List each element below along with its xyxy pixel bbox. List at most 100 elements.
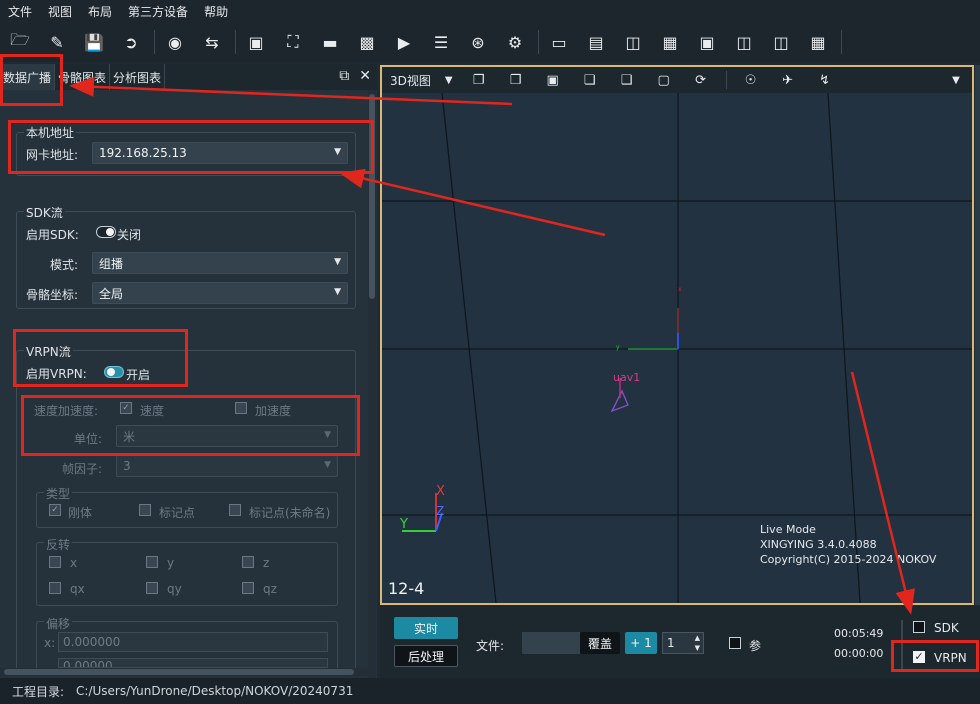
file-input[interactable] — [522, 632, 580, 654]
flip-z-checkbox[interactable] — [242, 556, 254, 568]
copyright-text: Copyright(C) 2015-2024 NOKOV — [760, 553, 937, 566]
menu-layout[interactable]: 布局 — [80, 3, 120, 20]
menu-help[interactable]: 帮助 — [196, 3, 236, 20]
sdk-output-checkbox[interactable] — [913, 621, 925, 633]
sdk-toggle[interactable] — [96, 226, 116, 238]
axis-x-label: X — [436, 484, 445, 499]
viewport-toolbar: 3D视图 ▼ ❐ ❒ ▣ ❏ ❑ ▢ ⟳ ☉ ✈ ↯ ▼ — [382, 67, 972, 93]
unit-select[interactable]: 米 ▼ — [116, 425, 338, 447]
close-icon[interactable]: ✕ — [359, 68, 371, 84]
gear-icon[interactable]: ⚙ — [501, 28, 529, 56]
axis-icon[interactable]: ↯ — [813, 69, 837, 91]
play-circle-icon[interactable]: ▶ — [390, 28, 418, 56]
flip-qz-checkbox[interactable] — [242, 582, 254, 594]
live-mode-text: Live Mode — [760, 523, 816, 536]
layout-split-icon[interactable]: ▦ — [656, 28, 684, 56]
cube-front-icon[interactable]: ❐ — [467, 69, 491, 91]
plus-one-button[interactable]: + 1 — [625, 632, 657, 654]
cube-perspective-icon[interactable]: ❏ — [578, 69, 602, 91]
folder-open-icon[interactable]: 🗁 — [6, 28, 34, 56]
count-spinner[interactable]: 1 ▲ ▼ — [662, 632, 704, 654]
flip-qx-checkbox[interactable] — [49, 582, 61, 594]
person-icon[interactable]: ☉ — [739, 69, 763, 91]
nic-select[interactable]: 192.168.25.13 ▼ — [92, 142, 348, 164]
overwrite-button[interactable]: 覆盖 — [580, 632, 620, 654]
param-label: 参 — [749, 639, 762, 653]
cube-side-icon[interactable]: ▣ — [541, 69, 565, 91]
panel-hscrollbar[interactable] — [0, 668, 368, 676]
type-marker-checkbox[interactable] — [139, 504, 151, 516]
vrpn-enable-label: 启用VRPN: — [26, 367, 87, 381]
cube-outline-icon[interactable]: ▢ — [652, 69, 676, 91]
frame-factor-label: 帧因子: — [62, 462, 103, 476]
refresh-icon[interactable]: ⟳ — [689, 69, 713, 91]
spinner-arrows-icon[interactable]: ▲ ▼ — [695, 633, 700, 653]
swap-icon[interactable]: ⇆ — [198, 28, 226, 56]
panel-scrollbar[interactable] — [368, 90, 376, 678]
acceleration-label: 加速度 — [255, 404, 292, 418]
count-value: 1 — [667, 636, 675, 650]
menu-file[interactable]: 文件 — [0, 3, 40, 20]
wifi-broadcast-icon[interactable]: ⊛ — [464, 28, 492, 56]
save-as-icon[interactable]: ➲ — [117, 28, 145, 56]
ruler-icon[interactable]: ✎ — [43, 28, 71, 56]
toolbar-separator — [841, 30, 842, 54]
video-icon[interactable]: ▩ — [353, 28, 381, 56]
object-label-uav1: uav1 — [613, 371, 641, 384]
ruler-scale-icon[interactable]: ▬ — [316, 28, 344, 56]
cube-wire-icon[interactable]: ❑ — [615, 69, 639, 91]
tab-data-broadcast[interactable]: 数据广播 — [0, 64, 56, 90]
sdk-coord-label: 骨骼坐标: — [26, 288, 79, 302]
frame-factor-select[interactable]: 3 ▼ — [116, 455, 338, 477]
layout-grid-icon[interactable]: ▦ — [804, 28, 832, 56]
viewport-3d[interactable]: 3D视图 ▼ ❐ ❒ ▣ ❏ ❑ ▢ ⟳ ☉ ✈ ↯ ▼ x y uav1 X … — [380, 65, 974, 605]
chevron-down-icon[interactable]: ▼ — [944, 69, 968, 91]
flip-x-checkbox[interactable] — [49, 556, 61, 568]
offset-y-input[interactable]: 0.00000 — [58, 658, 328, 668]
offset-x-input[interactable]: 0.000000 — [58, 632, 328, 652]
camera-off-icon[interactable]: ▣ — [242, 28, 270, 56]
flip-x-label: x — [70, 556, 78, 570]
nic-label: 网卡地址: — [26, 148, 79, 162]
realtime-button[interactable]: 实时 — [394, 617, 458, 639]
flip-qy-checkbox[interactable] — [146, 582, 158, 594]
acceleration-checkbox[interactable] — [235, 402, 247, 414]
post-process-button[interactable]: 后处理 — [394, 645, 458, 667]
sdk-mode-select[interactable]: 组播 ▼ — [92, 252, 348, 274]
layout-bottom-icon[interactable]: ▣ — [693, 28, 721, 56]
menu-third-party[interactable]: 第三方设备 — [120, 3, 196, 20]
tab-skeleton-chart[interactable]: 骨骼图表 — [55, 64, 111, 90]
flip-y-checkbox[interactable] — [146, 556, 158, 568]
drone-icon[interactable]: ✈ — [776, 69, 800, 91]
sdk-coord-select[interactable]: 全局 ▼ — [92, 282, 348, 304]
flip-group — [36, 542, 338, 606]
expand-icon[interactable]: ⛶ — [279, 28, 307, 56]
frame-factor-value: 3 — [123, 459, 131, 473]
monitor-icon[interactable]: ▭ — [545, 28, 573, 56]
sdk-coord-value: 全局 — [99, 286, 124, 301]
float-window-icon[interactable]: ⧉ — [339, 68, 349, 84]
eye-off-icon[interactable]: ◉ — [161, 28, 189, 56]
file-label: 文件: — [476, 639, 505, 653]
tab-analysis-chart[interactable]: 分析图表 — [110, 64, 166, 90]
chevron-down-icon: ▼ — [324, 430, 331, 440]
velocity-checkbox[interactable]: ✓ — [120, 402, 132, 414]
vrpn-toggle[interactable] — [104, 366, 124, 378]
layout-split-v-icon[interactable]: ◫ — [619, 28, 647, 56]
menu-view[interactable]: 视图 — [40, 3, 80, 20]
vrpn-output-checkbox[interactable]: ✓ — [913, 651, 925, 663]
save-icon[interactable]: 💾 — [80, 28, 108, 56]
layout-right-icon[interactable]: ◫ — [730, 28, 758, 56]
layout-top-icon[interactable]: ▤ — [582, 28, 610, 56]
type-rigid-checkbox[interactable]: ✓ — [49, 504, 61, 516]
view-select[interactable]: 3D视图 ▼ — [382, 72, 461, 89]
status-bar: 工程目录: C:/Users/YunDrone/Desktop/NOKOV/20… — [0, 678, 980, 704]
layers-icon[interactable]: ☰ — [427, 28, 455, 56]
type-unnamed-checkbox[interactable] — [229, 504, 241, 516]
layout-left-icon[interactable]: ◫ — [767, 28, 795, 56]
sdk-toggle-state: 关闭 — [117, 228, 142, 242]
vrpn-toggle-state: 开启 — [126, 368, 151, 382]
param-checkbox[interactable] — [729, 637, 741, 649]
cube-top-icon[interactable]: ❒ — [504, 69, 528, 91]
velocity-label: 速度 — [140, 404, 165, 418]
